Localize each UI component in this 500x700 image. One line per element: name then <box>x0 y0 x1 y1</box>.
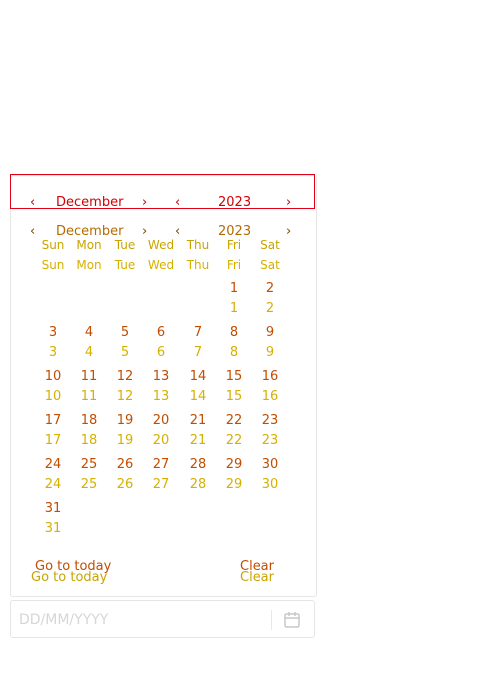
day-cell[interactable]: 16 <box>252 370 288 384</box>
ghost-day-cell: 25 <box>80 477 98 492</box>
weekday-header: Fri <box>226 238 242 252</box>
ghost-day-cell: 21 <box>189 433 207 448</box>
ghost-day-cell: 23 <box>261 433 279 448</box>
day-cell[interactable]: 20 <box>143 414 179 428</box>
ghost-day-cell: 1 <box>229 301 239 316</box>
day-cell[interactable]: 15 <box>216 370 252 384</box>
day-cell[interactable]: 9 <box>252 326 288 340</box>
day-cell[interactable]: 26 <box>107 458 143 472</box>
day-cell[interactable]: 8 <box>216 326 252 340</box>
day-cell[interactable]: 4 <box>71 326 107 340</box>
clear-ghost: Clear <box>240 570 274 585</box>
ghost-weekday-header: Thu <box>186 258 210 272</box>
weekday-header: Wed <box>147 238 175 252</box>
ghost-day-cell: 13 <box>152 389 170 404</box>
ghost-day-cell: 29 <box>225 477 243 492</box>
day-cell[interactable]: 3 <box>35 326 71 340</box>
day-cell[interactable]: 24 <box>35 458 71 472</box>
ghost-day-cell: 31 <box>44 521 62 536</box>
ghost-weekday-header: Sat <box>260 258 280 272</box>
ghost-weekday-header: Tue <box>114 258 136 272</box>
weekday-header: Tue <box>114 238 136 252</box>
next-month-button[interactable]: › <box>142 195 147 211</box>
ghost-day-cell: 3 <box>48 345 58 360</box>
day-cell[interactable]: 12 <box>107 370 143 384</box>
ghost-day-cell: 10 <box>44 389 62 404</box>
ghost-day-cell: 4 <box>84 345 94 360</box>
go-to-today-ghost: Go to today <box>31 570 108 585</box>
ghost-day-cell: 18 <box>80 433 98 448</box>
ghost-day-cell: 11 <box>80 389 98 404</box>
year-select[interactable]: 2023 <box>218 195 251 211</box>
next-year-button[interactable]: › <box>286 195 291 211</box>
ghost-weekday-header: Sun <box>41 258 65 272</box>
day-cell[interactable]: 25 <box>71 458 107 472</box>
weekday-header: Thu <box>186 238 210 252</box>
date-input[interactable] <box>17 609 271 631</box>
ghost-day-cell: 5 <box>120 345 130 360</box>
day-cell[interactable]: 18 <box>71 414 107 428</box>
ghost-day-cell: 26 <box>116 477 134 492</box>
date-input-wrapper <box>10 600 315 638</box>
ghost-day-cell: 15 <box>225 389 243 404</box>
ghost-day-cell: 12 <box>116 389 134 404</box>
month-select[interactable]: December <box>56 195 123 211</box>
ghost-day-cell: 19 <box>116 433 134 448</box>
day-cell[interactable]: 22 <box>216 414 252 428</box>
day-cell[interactable]: 1 <box>216 282 252 296</box>
prev-year-button[interactable]: ‹ <box>175 195 180 211</box>
ghost-day-cell: 14 <box>189 389 207 404</box>
ghost-weekday-header: Wed <box>147 258 175 272</box>
ghost-weekday-header: Mon <box>76 258 102 272</box>
day-cell[interactable]: 17 <box>35 414 71 428</box>
ghost-day-cell: 20 <box>152 433 170 448</box>
day-cell[interactable]: 27 <box>143 458 179 472</box>
day-cell[interactable]: 11 <box>71 370 107 384</box>
ghost-day-cell: 8 <box>229 345 239 360</box>
day-cell[interactable]: 21 <box>180 414 216 428</box>
day-cell[interactable]: 5 <box>107 326 143 340</box>
ghost-day-cell: 17 <box>44 433 62 448</box>
calendar-icon[interactable] <box>283 611 301 629</box>
ghost-day-cell: 7 <box>193 345 203 360</box>
weekday-header: Sat <box>260 238 280 252</box>
day-cell[interactable]: 23 <box>252 414 288 428</box>
day-cell[interactable]: 31 <box>35 502 71 516</box>
day-cell[interactable]: 29 <box>216 458 252 472</box>
ghost-day-cell: 27 <box>152 477 170 492</box>
day-cell[interactable]: 30 <box>252 458 288 472</box>
ghost-day-cell: 2 <box>265 301 275 316</box>
ghost-day-cell: 6 <box>156 345 166 360</box>
weekday-header: Sun <box>41 238 65 252</box>
ghost-day-cell: 16 <box>261 389 279 404</box>
input-divider <box>271 610 272 630</box>
ghost-day-cell: 9 <box>265 345 275 360</box>
calendar-nav-primary: ‹ December › ‹ 2023 › <box>0 195 305 211</box>
ghost-day-cell: 30 <box>261 477 279 492</box>
ghost-day-cell: 22 <box>225 433 243 448</box>
day-cell[interactable]: 2 <box>252 282 288 296</box>
prev-month-button[interactable]: ‹ <box>30 195 35 211</box>
day-cell[interactable]: 6 <box>143 326 179 340</box>
ghost-day-cell: 28 <box>189 477 207 492</box>
day-cell[interactable]: 14 <box>180 370 216 384</box>
day-cell[interactable]: 19 <box>107 414 143 428</box>
day-cell[interactable]: 10 <box>35 370 71 384</box>
weekday-header: Mon <box>76 238 102 252</box>
day-cell[interactable]: 28 <box>180 458 216 472</box>
day-cell[interactable]: 13 <box>143 370 179 384</box>
day-cell[interactable]: 7 <box>180 326 216 340</box>
ghost-day-cell: 24 <box>44 477 62 492</box>
ghost-weekday-header: Fri <box>226 258 242 272</box>
